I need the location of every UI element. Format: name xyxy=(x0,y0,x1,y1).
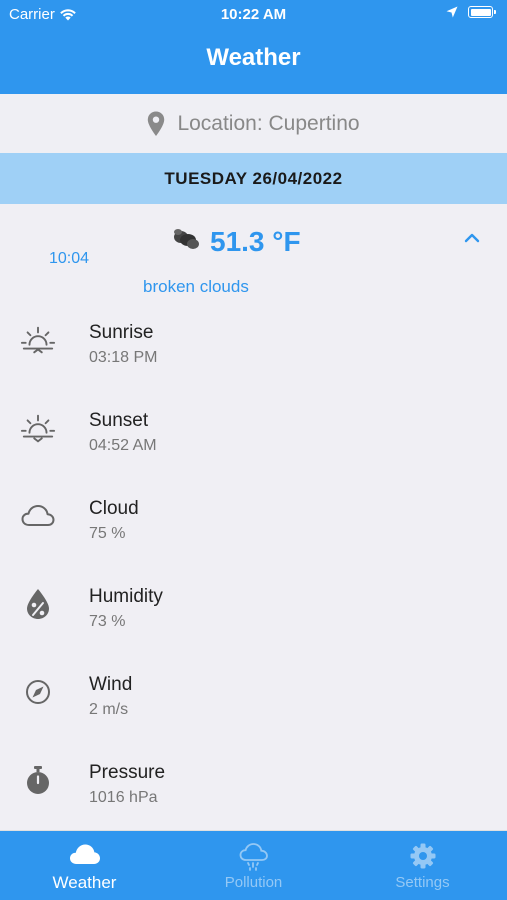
detail-row-pressure: Pressure 1016 hPa xyxy=(0,744,507,832)
date-text: TUESDAY 26/04/2022 xyxy=(164,168,343,188)
detail-label: Sunrise xyxy=(89,322,154,343)
broken-clouds-icon xyxy=(174,229,199,249)
detail-label: Cloud xyxy=(89,498,139,519)
current-weather-row[interactable]: 10:04 51.3 °F broken clouds xyxy=(0,204,507,304)
cloud-icon xyxy=(0,843,169,865)
detail-row-sunset: Sunset 04:52 AM xyxy=(0,392,507,480)
detail-value: 73 % xyxy=(89,613,126,630)
detail-value: 1016 hPa xyxy=(89,789,158,806)
detail-value: 04:52 AM xyxy=(89,437,157,454)
location-arrow-icon xyxy=(446,6,458,18)
location-text: Location: Cupertino xyxy=(177,111,360,135)
detail-row-sunrise: Sunrise 03:18 PM xyxy=(0,304,507,392)
tab-bar: Weather Pollution Settings xyxy=(0,830,507,900)
gear-icon xyxy=(338,843,507,869)
status-time: 10:22 AM xyxy=(220,6,287,23)
tab-label: Weather xyxy=(52,873,117,892)
detail-value: 75 % xyxy=(89,525,126,542)
battery-icon xyxy=(468,6,496,18)
tab-label: Pollution xyxy=(224,874,283,891)
detail-row-cloud: Cloud 75 % xyxy=(0,480,507,568)
detail-row-wind: Wind 2 m/s xyxy=(0,656,507,744)
sunrise-icon xyxy=(20,322,56,358)
status-bar: Carrier 10:22 AM xyxy=(0,0,507,30)
cloud-icon xyxy=(20,498,56,534)
location-bar[interactable]: Location: Cupertino xyxy=(0,94,507,153)
detail-value: 2 m/s xyxy=(89,701,129,718)
stopwatch-icon xyxy=(20,762,56,798)
detail-label: Wind xyxy=(89,674,133,695)
forecast-time: 10:04 xyxy=(49,250,90,267)
humidity-icon xyxy=(20,586,56,622)
temperature: 51.3 °F xyxy=(210,226,301,257)
detail-label: Sunset xyxy=(89,410,149,431)
map-pin-icon xyxy=(148,111,165,136)
date-header: TUESDAY 26/04/2022 xyxy=(0,153,507,204)
detail-label: Pressure xyxy=(89,762,166,783)
weather-description: broken clouds xyxy=(143,277,249,296)
status-right xyxy=(446,6,496,18)
page-title: Weather xyxy=(206,44,301,71)
sunset-icon xyxy=(20,410,56,446)
tab-label: Settings xyxy=(395,874,450,891)
tab-pollution[interactable]: Pollution xyxy=(169,831,338,900)
app-header: Carrier 10:22 AM Weather xyxy=(0,0,507,94)
tab-settings[interactable]: Settings xyxy=(338,831,507,900)
compass-icon xyxy=(20,674,56,710)
detail-value: 03:18 PM xyxy=(89,349,158,366)
pollution-cloud-icon xyxy=(169,843,338,871)
detail-row-humidity: Humidity 73 % xyxy=(0,568,507,656)
chevron-up-icon[interactable] xyxy=(464,232,480,244)
battery-level xyxy=(470,8,491,16)
detail-label: Humidity xyxy=(89,586,163,607)
tab-weather[interactable]: Weather xyxy=(0,831,169,900)
